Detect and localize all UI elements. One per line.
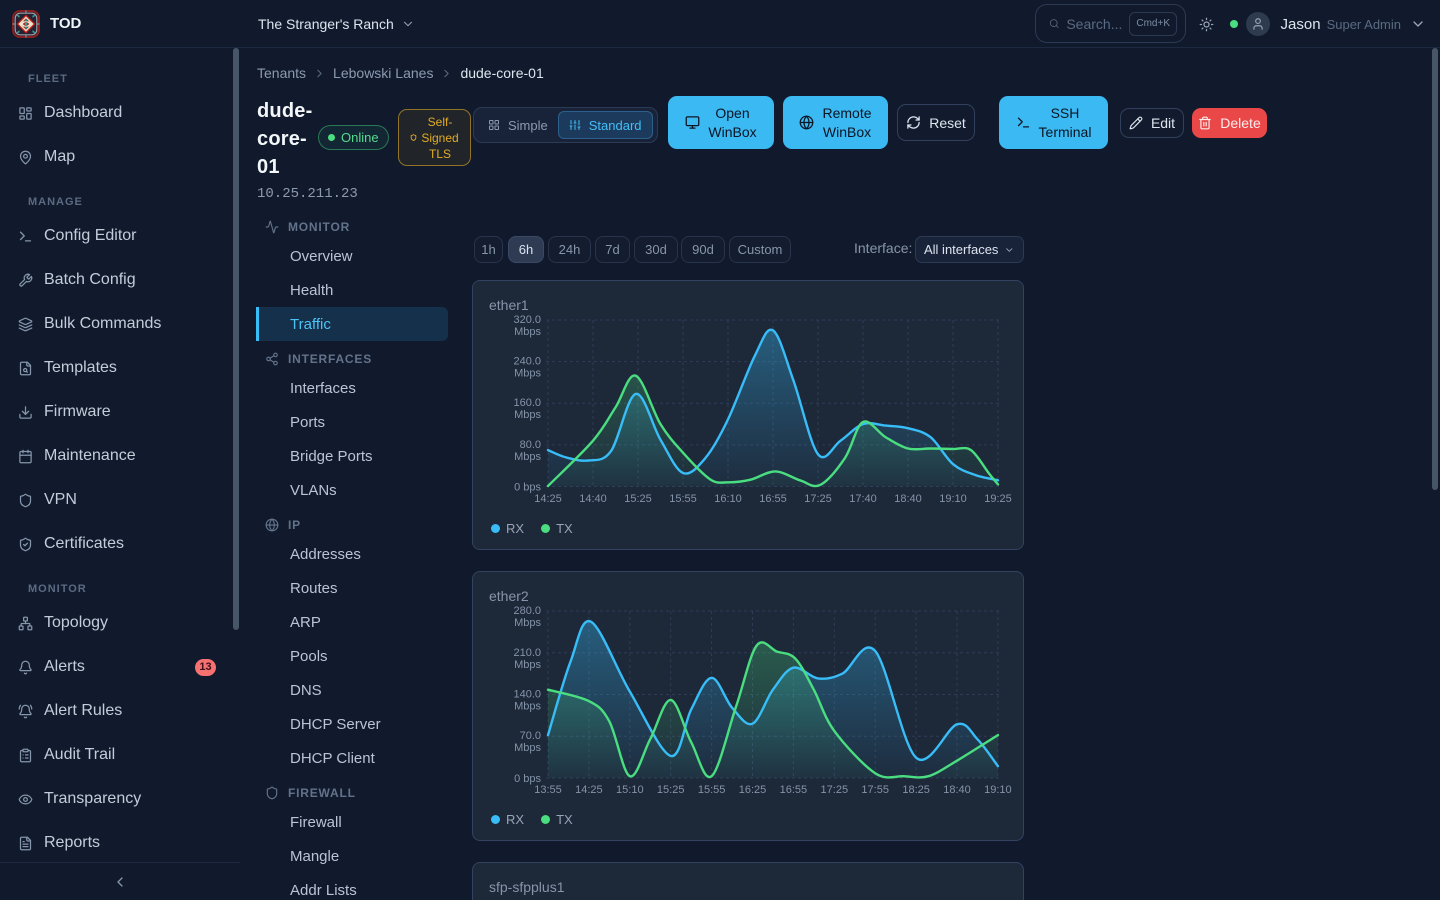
- svg-text:Mbps: Mbps: [514, 701, 541, 713]
- svg-text:16:10: 16:10: [714, 493, 742, 505]
- svg-text:280.0: 280.0: [513, 605, 541, 617]
- svg-text:18:25: 18:25: [902, 784, 930, 796]
- svg-text:Mbps: Mbps: [514, 368, 541, 380]
- svg-text:Mbps: Mbps: [514, 742, 541, 754]
- svg-text:70.0: 70.0: [520, 730, 541, 742]
- svg-text:Mbps: Mbps: [514, 617, 541, 629]
- svg-text:15:55: 15:55: [698, 784, 726, 796]
- svg-text:13:55: 13:55: [534, 784, 562, 796]
- svg-text:17:25: 17:25: [804, 493, 832, 505]
- svg-text:210.0: 210.0: [513, 647, 541, 659]
- svg-text:140.0: 140.0: [513, 689, 541, 701]
- svg-text:0 bps: 0 bps: [514, 482, 541, 494]
- svg-text:17:40: 17:40: [849, 493, 877, 505]
- svg-text:320.0: 320.0: [513, 314, 541, 326]
- svg-text:15:25: 15:25: [624, 493, 652, 505]
- svg-text:Mbps: Mbps: [514, 659, 541, 671]
- svg-text:15:10: 15:10: [616, 784, 644, 796]
- svg-text:18:40: 18:40: [894, 493, 922, 505]
- svg-text:16:25: 16:25: [739, 784, 767, 796]
- svg-text:17:25: 17:25: [821, 784, 849, 796]
- svg-text:15:25: 15:25: [657, 784, 685, 796]
- svg-text:15:55: 15:55: [669, 493, 697, 505]
- svg-text:19:25: 19:25: [984, 493, 1012, 505]
- svg-text:18:40: 18:40: [943, 784, 971, 796]
- svg-text:14:25: 14:25: [575, 784, 603, 796]
- svg-text:Mbps: Mbps: [514, 326, 541, 338]
- svg-text:19:10: 19:10: [939, 493, 967, 505]
- svg-text:240.0: 240.0: [513, 356, 541, 368]
- svg-text:14:40: 14:40: [579, 493, 607, 505]
- svg-text:14:25: 14:25: [534, 493, 562, 505]
- svg-text:Mbps: Mbps: [514, 409, 541, 421]
- svg-text:160.0: 160.0: [513, 397, 541, 409]
- svg-text:19:10: 19:10: [984, 784, 1012, 796]
- svg-text:17:55: 17:55: [861, 784, 889, 796]
- svg-text:Mbps: Mbps: [514, 451, 541, 463]
- svg-text:80.0: 80.0: [520, 439, 541, 451]
- svg-text:16:55: 16:55: [780, 784, 808, 796]
- svg-text:16:55: 16:55: [759, 493, 787, 505]
